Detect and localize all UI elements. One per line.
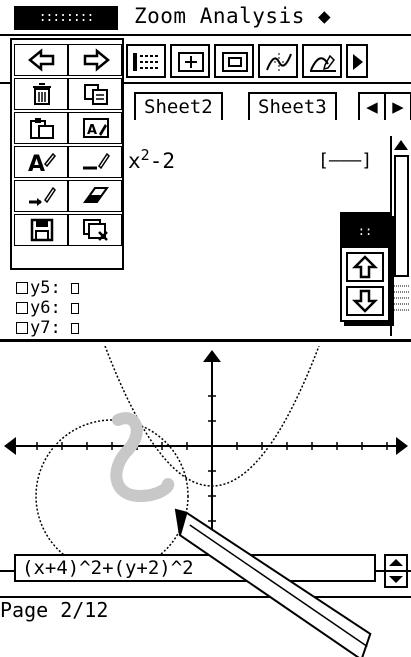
trace-button[interactable] <box>258 44 298 78</box>
graph-table-button[interactable] <box>126 44 166 78</box>
equation-row-y5[interactable]: y5: <box>16 278 79 298</box>
tab-sheet2[interactable]: Sheet2 <box>134 92 223 120</box>
menu-title[interactable]: Zoom Analysis ◆ <box>134 4 331 28</box>
zoom-box-button[interactable] <box>170 44 210 78</box>
palette-arrow-pen-button[interactable] <box>14 180 68 212</box>
move-popup: :: <box>340 212 390 322</box>
checkbox[interactable] <box>16 322 28 334</box>
palette-format-button[interactable]: A <box>68 112 122 144</box>
palette-forward-button[interactable] <box>68 44 122 76</box>
pen-line-icon <box>83 152 110 170</box>
menu-dots-button[interactable]: :::::::: <box>14 6 118 30</box>
palette-text-style-button[interactable]: A <box>14 146 68 178</box>
palette-save-button[interactable] <box>14 214 68 246</box>
checkbox[interactable] <box>16 282 28 294</box>
edit-palette: A A <box>10 38 124 270</box>
zoom-in-icon <box>222 52 248 72</box>
equation-row-y6[interactable]: y6: <box>16 298 79 318</box>
move-popup-header[interactable]: :: <box>342 214 388 248</box>
status-bar: Page 2/12 <box>0 596 411 624</box>
trash-icon <box>33 83 51 105</box>
equation-row-y7[interactable]: y7: <box>16 318 79 338</box>
page-indicator: Page 2/12 <box>0 598 109 622</box>
eraser-icon <box>83 187 109 203</box>
clear-icon <box>83 219 108 241</box>
palette-copy-button[interactable] <box>68 78 122 110</box>
equation-y1[interactable]: x2-2 <box>128 146 175 173</box>
graph-table-icon <box>133 53 160 71</box>
graph-style-indicator[interactable]: [———] <box>318 150 372 171</box>
palette-back-button[interactable] <box>14 44 68 76</box>
back-arrow-icon <box>28 48 55 72</box>
palette-line-style-button[interactable] <box>68 146 122 178</box>
stylus-stroke <box>110 412 175 503</box>
sketch-icon <box>310 54 336 72</box>
move-down-button[interactable] <box>346 286 384 316</box>
x-axis-left-arrow <box>4 437 16 455</box>
checkbox[interactable] <box>16 302 28 314</box>
palette-paste-button[interactable] <box>14 112 68 144</box>
graph-window[interactable] <box>0 345 411 573</box>
arrow-up-icon <box>351 255 379 279</box>
palette-clear-button[interactable] <box>68 214 122 246</box>
paste-icon <box>30 118 54 139</box>
trace-icon <box>266 53 292 71</box>
zoom-box-icon <box>178 52 204 72</box>
toolbar-more-button[interactable] <box>346 44 368 78</box>
x-axis-right-arrow <box>396 437 408 455</box>
spin-down-icon <box>389 576 403 583</box>
editor-scrollbar[interactable] <box>390 136 410 336</box>
tab-scroll-left[interactable]: ◀ <box>358 92 386 120</box>
arrow-pen-icon <box>29 186 56 206</box>
copy-icon <box>84 84 108 105</box>
triangle-right-icon <box>353 54 363 70</box>
tab-sheet3[interactable]: Sheet3 <box>248 92 337 120</box>
input-spinner[interactable] <box>384 554 408 588</box>
equation-input[interactable]: (x+4)^2+(y+2)^2 <box>14 554 376 582</box>
format-icon: A <box>83 118 109 138</box>
palette-eraser-button[interactable] <box>68 180 122 212</box>
move-up-button[interactable] <box>346 252 384 282</box>
y-axis-up-arrow <box>203 350 221 362</box>
sketch-button[interactable] <box>302 44 342 78</box>
menu-bar: :::::::: Zoom Analysis ◆ <box>0 0 411 36</box>
zoom-in-button[interactable] <box>214 44 254 78</box>
arrow-down-icon <box>351 289 379 313</box>
forward-arrow-icon <box>83 48 110 72</box>
tab-scroll-right[interactable]: ▶ <box>384 92 411 120</box>
spin-up-icon <box>389 559 403 566</box>
save-icon <box>30 218 54 242</box>
input-line: (x+4)^2+(y+2)^2 <box>0 554 411 594</box>
svg-text:A: A <box>28 152 45 174</box>
palette-delete-button[interactable] <box>14 78 68 110</box>
svg-text:A: A <box>87 123 97 138</box>
text-style-icon: A <box>28 152 57 174</box>
